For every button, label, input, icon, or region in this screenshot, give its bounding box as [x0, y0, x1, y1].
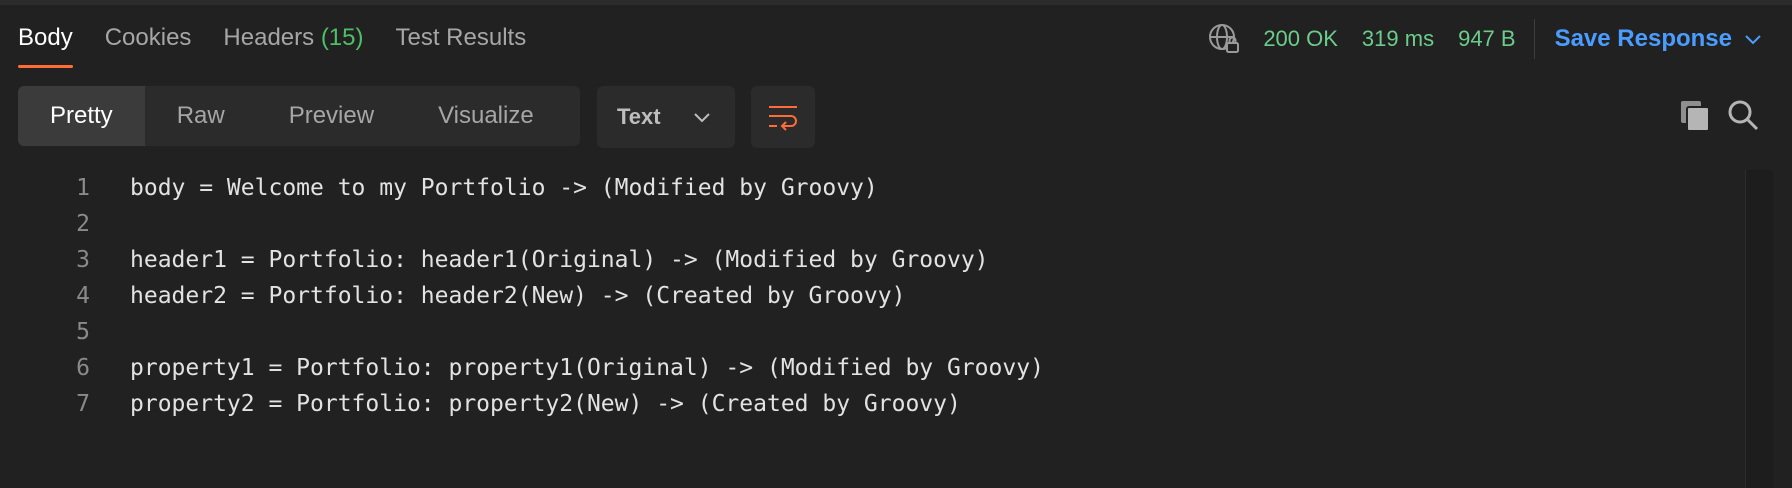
view-visualize[interactable]: Visualize [406, 86, 566, 146]
tab-body[interactable]: Body [18, 18, 73, 72]
view-mode-selector: Pretty Raw Preview Visualize [18, 86, 580, 146]
tab-test-results[interactable]: Test Results [396, 18, 527, 72]
code-line: 4 header2 = Portfolio: header2(New) -> (C… [0, 278, 1740, 314]
status-divider [1533, 19, 1535, 59]
code-text: property1 = Portfolio: property1(Origina… [130, 355, 1044, 381]
code-line: 2 [0, 206, 1740, 242]
response-status: 200 OK 319 ms 947 B Save Response [1207, 19, 1762, 59]
tab-headers[interactable]: Headers (15) [223, 18, 363, 72]
word-wrap-button[interactable] [751, 86, 815, 148]
code-line: 5 [0, 314, 1740, 350]
format-dropdown[interactable]: Text [597, 86, 735, 148]
code-line: 3 header1 = Portfolio: header1(Original) … [0, 242, 1740, 278]
chevron-down-icon [694, 113, 710, 123]
format-selected: Text [617, 104, 661, 129]
code-text: property2 = Portfolio: property2(New) ->… [130, 391, 961, 417]
save-response-button[interactable]: Save Response [1555, 25, 1762, 53]
line-number: 3 [76, 247, 90, 273]
status-code[interactable]: 200 OK [1263, 26, 1338, 52]
line-number: 4 [76, 283, 90, 309]
response-body-editor[interactable]: 1 body = Welcome to my Portfolio -> (Modi… [0, 170, 1740, 422]
headers-count: (15) [320, 24, 364, 51]
response-size[interactable]: 947 B [1458, 26, 1516, 52]
code-text: header2 = Portfolio: header2(New) -> (Cr… [130, 283, 906, 309]
globe-lock-icon[interactable] [1207, 22, 1241, 56]
code-text: header1 = Portfolio: header1(Original) -… [130, 247, 989, 273]
line-number: 1 [76, 175, 90, 201]
tab-test-results-label: Test Results [395, 24, 527, 51]
line-number: 6 [76, 355, 90, 381]
view-raw[interactable]: Raw [145, 86, 257, 146]
response-tabs: Body Cookies Headers (15) Test Results [18, 18, 526, 72]
tab-cookies[interactable]: Cookies [105, 18, 192, 72]
response-time[interactable]: 319 ms [1362, 26, 1434, 52]
code-line: 6 property1 = Portfolio: property1(Origin… [0, 350, 1740, 386]
search-icon[interactable] [1726, 98, 1760, 132]
tab-cookies-label: Cookies [104, 24, 192, 51]
line-number: 2 [76, 211, 90, 237]
tab-headers-label: Headers [223, 24, 321, 51]
tab-body-label: Body [18, 24, 73, 51]
word-wrap-icon [769, 106, 797, 131]
top-border [0, 0, 1792, 5]
chevron-down-icon [1745, 35, 1761, 45]
line-number: 5 [76, 319, 90, 345]
code-line: 7 property2 = Portfolio: property2(New) -… [0, 386, 1740, 422]
copy-icon[interactable] [1678, 98, 1712, 132]
view-preview[interactable]: Preview [257, 86, 406, 146]
view-pretty[interactable]: Pretty [18, 86, 145, 146]
line-number: 7 [76, 391, 90, 417]
code-line: 1 body = Welcome to my Portfolio -> (Modi… [0, 170, 1740, 206]
code-text: body = Welcome to my Portfolio -> (Modif… [130, 175, 878, 201]
save-response-label: Save Response [1554, 25, 1732, 52]
editor-scrollbar[interactable] [1745, 170, 1773, 488]
